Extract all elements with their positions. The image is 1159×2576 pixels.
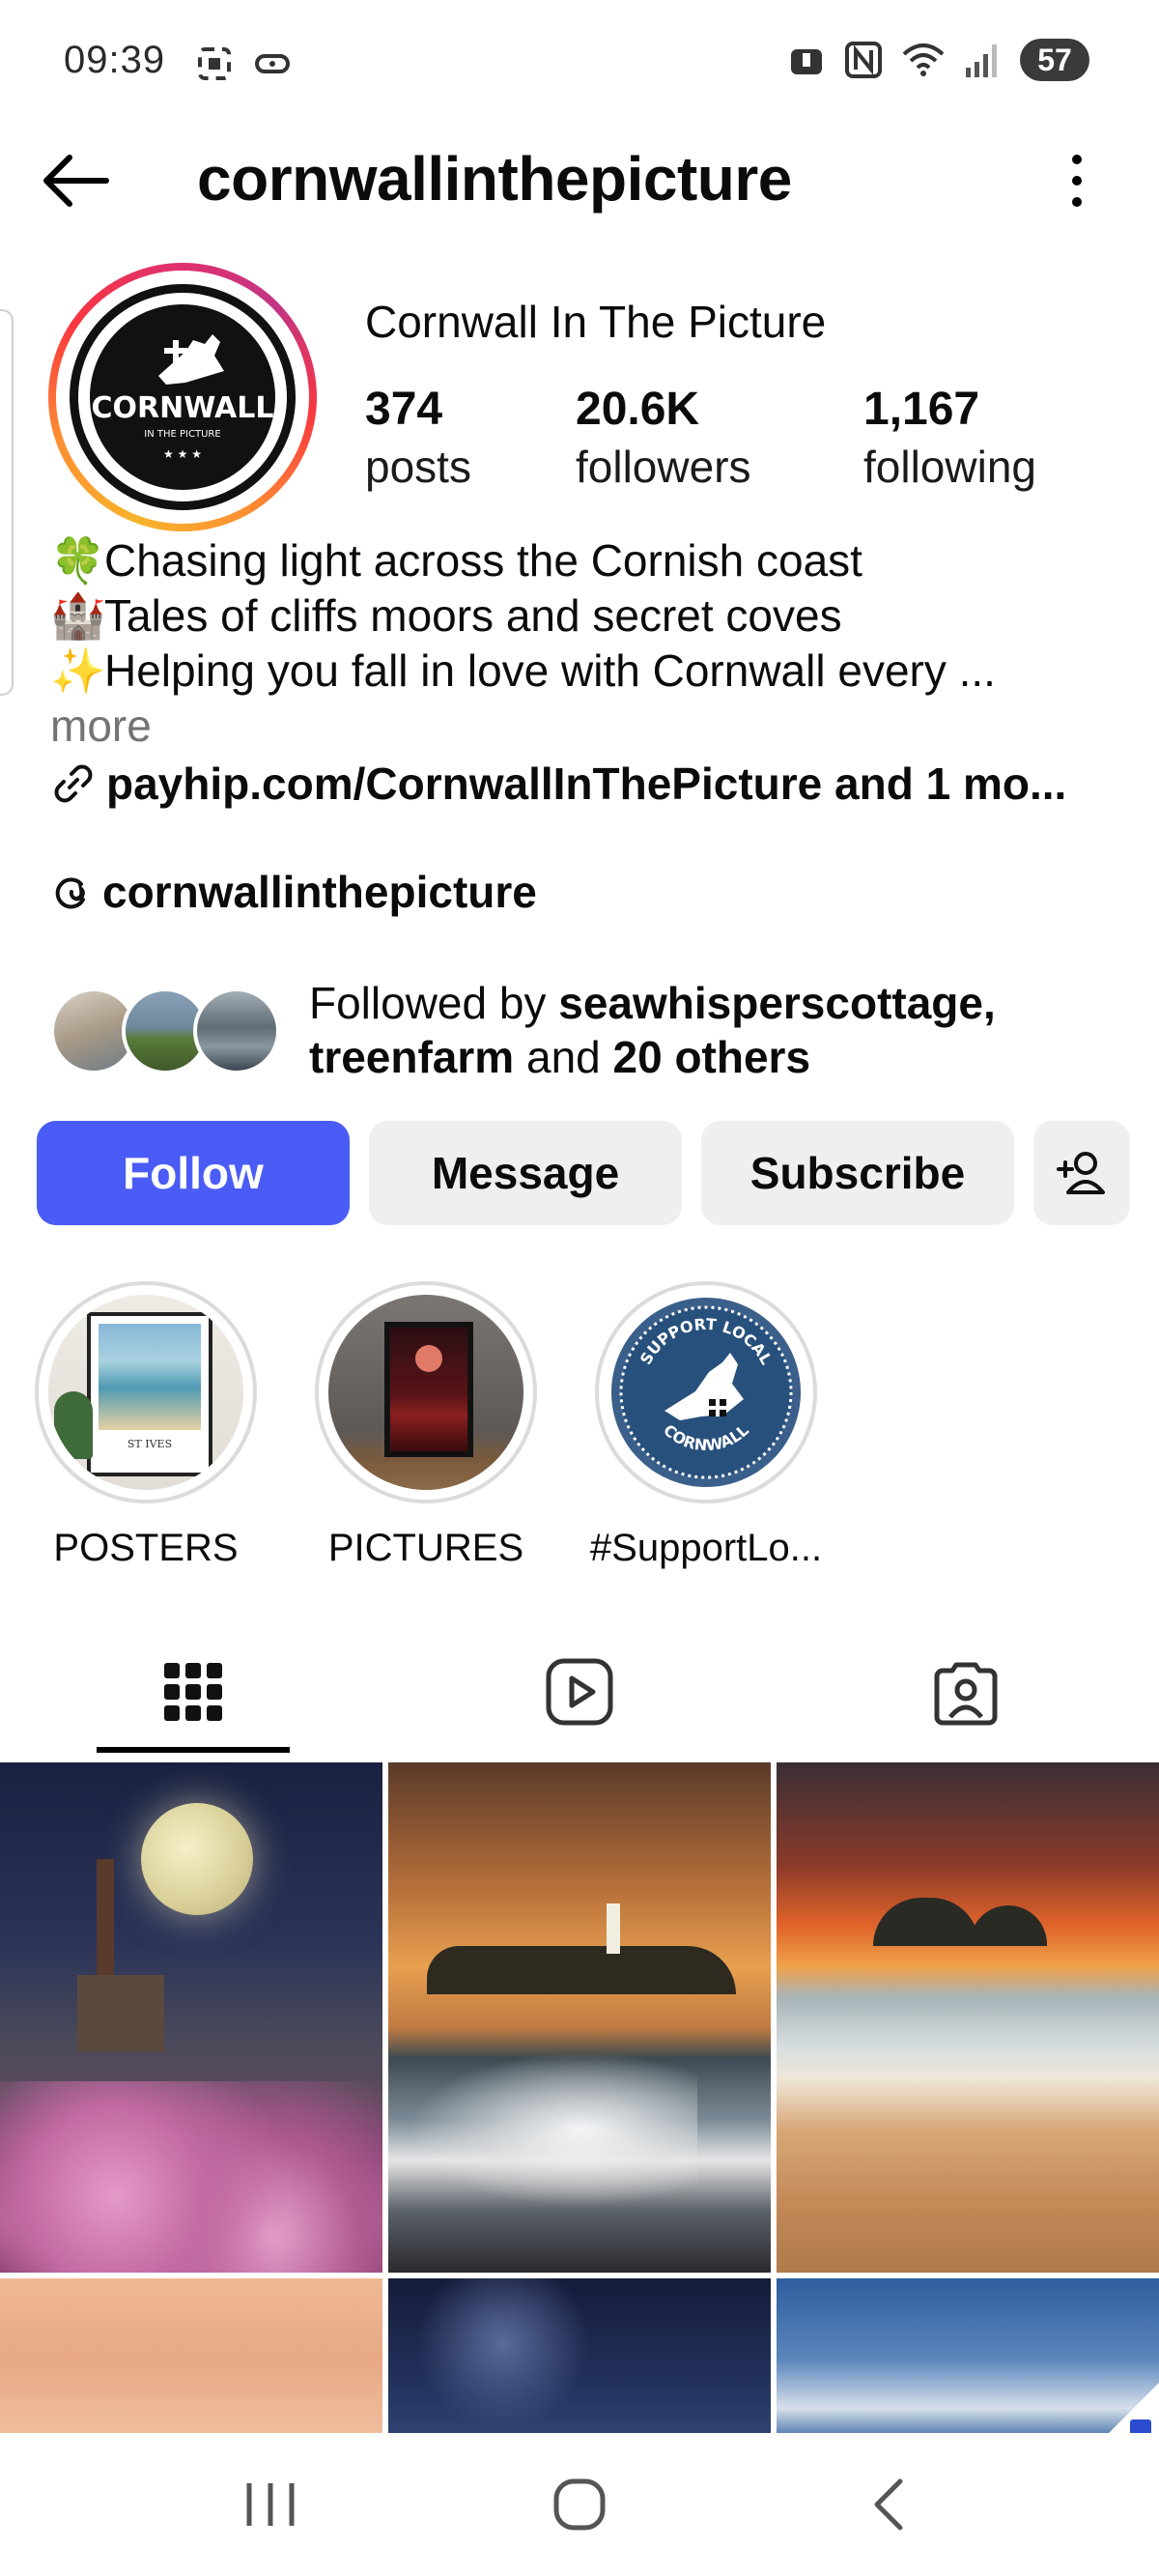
signal-icon — [966, 44, 997, 77]
system-nav-bar — [0, 2433, 1159, 2576]
avatar: CORNWALL IN THE PICTURE ★ ★ ★ — [70, 284, 296, 510]
recent-apps-button[interactable] — [212, 2456, 328, 2553]
following-label: following — [863, 442, 1036, 492]
message-button[interactable]: Message — [369, 1121, 682, 1225]
cornwall-logo: CORNWALL IN THE PICTURE ★ ★ ★ — [78, 293, 287, 501]
highlight-label: #SupportLo... — [589, 1527, 823, 1569]
add-user-icon — [1057, 1152, 1105, 1194]
avatar — [193, 987, 280, 1074]
following-stat[interactable]: 1,167 following — [863, 383, 1036, 497]
recents-icon — [246, 2483, 295, 2526]
highlight-thumbnail: SUPPORT LOCAL CORNWALL — [608, 1295, 804, 1490]
status-bar: 09:39 57 — [0, 0, 1159, 126]
grid-icon — [164, 1663, 222, 1721]
reels-icon — [546, 1658, 613, 1726]
posts-label: posts — [365, 442, 471, 492]
wifi-icon — [902, 43, 945, 76]
posts-stat[interactable]: 374 posts — [365, 383, 576, 497]
bio-line: 🏰Tales of cliffs moors and secret coves — [50, 588, 1122, 644]
followers-stat[interactable]: 20.6K followers — [576, 383, 863, 497]
bio-line: 🍀Chasing light across the Cornish coast — [50, 533, 1122, 588]
profile-header: cornwallinthepicture — [0, 126, 1159, 232]
svg-text:★ ★ ★: ★ ★ ★ — [163, 447, 202, 461]
following-count: 1,167 — [863, 384, 980, 435]
notification-icon — [791, 49, 822, 74]
svg-text:CORNWALL: CORNWALL — [92, 391, 274, 425]
profile-bio: 🍀Chasing light across the Cornish coast … — [50, 533, 1122, 754]
home-icon — [553, 2478, 606, 2531]
highlight-thumbnail — [328, 1295, 523, 1490]
profile-link[interactable]: payhip.com/CornwallInThePicture and 1 mo… — [50, 758, 1066, 810]
followed-by-text: Followed by seawhisperscottage, treenfarm… — [309, 978, 996, 1082]
link-icon — [54, 764, 93, 803]
svg-text:IN THE PICTURE: IN THE PICTURE — [144, 429, 220, 440]
screenshot-icon — [198, 47, 231, 80]
chevron-left-icon — [874, 2478, 903, 2531]
post-thumbnail[interactable] — [777, 2278, 1159, 2441]
arrow-left-icon — [43, 155, 109, 207]
profile-username: cornwallinthepicture — [197, 144, 792, 214]
support-local-badge: SUPPORT LOCAL CORNWALL — [611, 1298, 801, 1487]
posts-count: 374 — [365, 384, 443, 435]
followers-count: 20.6K — [576, 384, 700, 435]
bio-line: ✨Helping you fall in love with Cornwall … — [50, 644, 1122, 699]
threads-link[interactable]: cornwallinthepicture — [50, 866, 537, 918]
tagged-icon — [934, 1662, 998, 1726]
post-thumbnail[interactable] — [0, 2278, 382, 2441]
highlight-label: POSTERS — [53, 1527, 239, 1569]
system-back-button[interactable] — [831, 2456, 947, 2553]
followed-by[interactable]: Followed by seawhisperscottage, treenfarm… — [50, 976, 996, 1084]
profile-display-name: Cornwall In The Picture — [365, 297, 827, 347]
post-thumbnail[interactable] — [388, 2278, 771, 2441]
mutual-avatars — [50, 982, 282, 1078]
followers-label: followers — [576, 442, 751, 492]
post-thumbnail[interactable] — [0, 1762, 382, 2273]
highlight-pictures[interactable]: PICTURES — [315, 1281, 537, 1570]
threads-icon — [55, 877, 85, 909]
sparkles-icon: ✨ — [50, 645, 106, 696]
threads-handle: cornwallinthepicture — [102, 867, 537, 917]
tab-tagged[interactable] — [773, 1623, 1159, 1760]
status-icons-left — [195, 44, 292, 83]
suggested-users-button[interactable] — [1033, 1121, 1130, 1225]
nfc-icon — [845, 42, 882, 78]
link-text: payhip.com/CornwallInThePicture and 1 mo… — [106, 758, 1067, 809]
highlight-label: PICTURES — [327, 1527, 524, 1569]
link-icon — [255, 54, 290, 73]
subscribe-button[interactable]: Subscribe — [701, 1121, 1014, 1225]
follow-button[interactable]: Follow — [37, 1121, 350, 1225]
profile-tabs — [0, 1623, 1159, 1760]
status-icons-right: 57 — [788, 39, 1089, 81]
post-thumbnail[interactable] — [388, 1762, 771, 2273]
active-tab-indicator — [97, 1747, 290, 1753]
posts-grid — [0, 1762, 1159, 2441]
tab-posts-grid[interactable] — [0, 1623, 386, 1760]
gallery-fab-icon[interactable] — [1101, 2383, 1159, 2441]
profile-stats: 374 posts 20.6K followers 1,167 followin… — [365, 383, 1036, 497]
highlight-support-local[interactable]: SUPPORT LOCAL CORNWALL #SupportLo... — [590, 1281, 822, 1570]
back-button[interactable] — [37, 147, 114, 215]
highlight-thumbnail: ST IVES — [48, 1295, 243, 1490]
post-thumbnail[interactable] — [777, 1762, 1159, 2273]
bio-more-link[interactable]: more — [50, 699, 1122, 754]
castle-icon: 🏰 — [50, 590, 106, 641]
profile-avatar[interactable]: CORNWALL IN THE PICTURE ★ ★ ★ — [48, 263, 317, 531]
side-panel-handle[interactable] — [0, 309, 14, 696]
clover-icon: 🍀 — [50, 535, 106, 586]
more-vertical-icon — [1072, 155, 1082, 207]
story-highlights: ST IVES POSTERS PICTURES SUPPORT LOCAL C… — [35, 1281, 822, 1570]
more-options-button[interactable] — [1053, 147, 1101, 215]
highlight-posters[interactable]: ST IVES POSTERS — [35, 1281, 257, 1570]
profile-actions: Follow Message Subscribe — [37, 1121, 1130, 1225]
battery-indicator: 57 — [1020, 39, 1089, 81]
home-button[interactable] — [522, 2456, 637, 2553]
status-time: 09:39 — [64, 39, 166, 81]
tab-reels[interactable] — [386, 1623, 773, 1760]
